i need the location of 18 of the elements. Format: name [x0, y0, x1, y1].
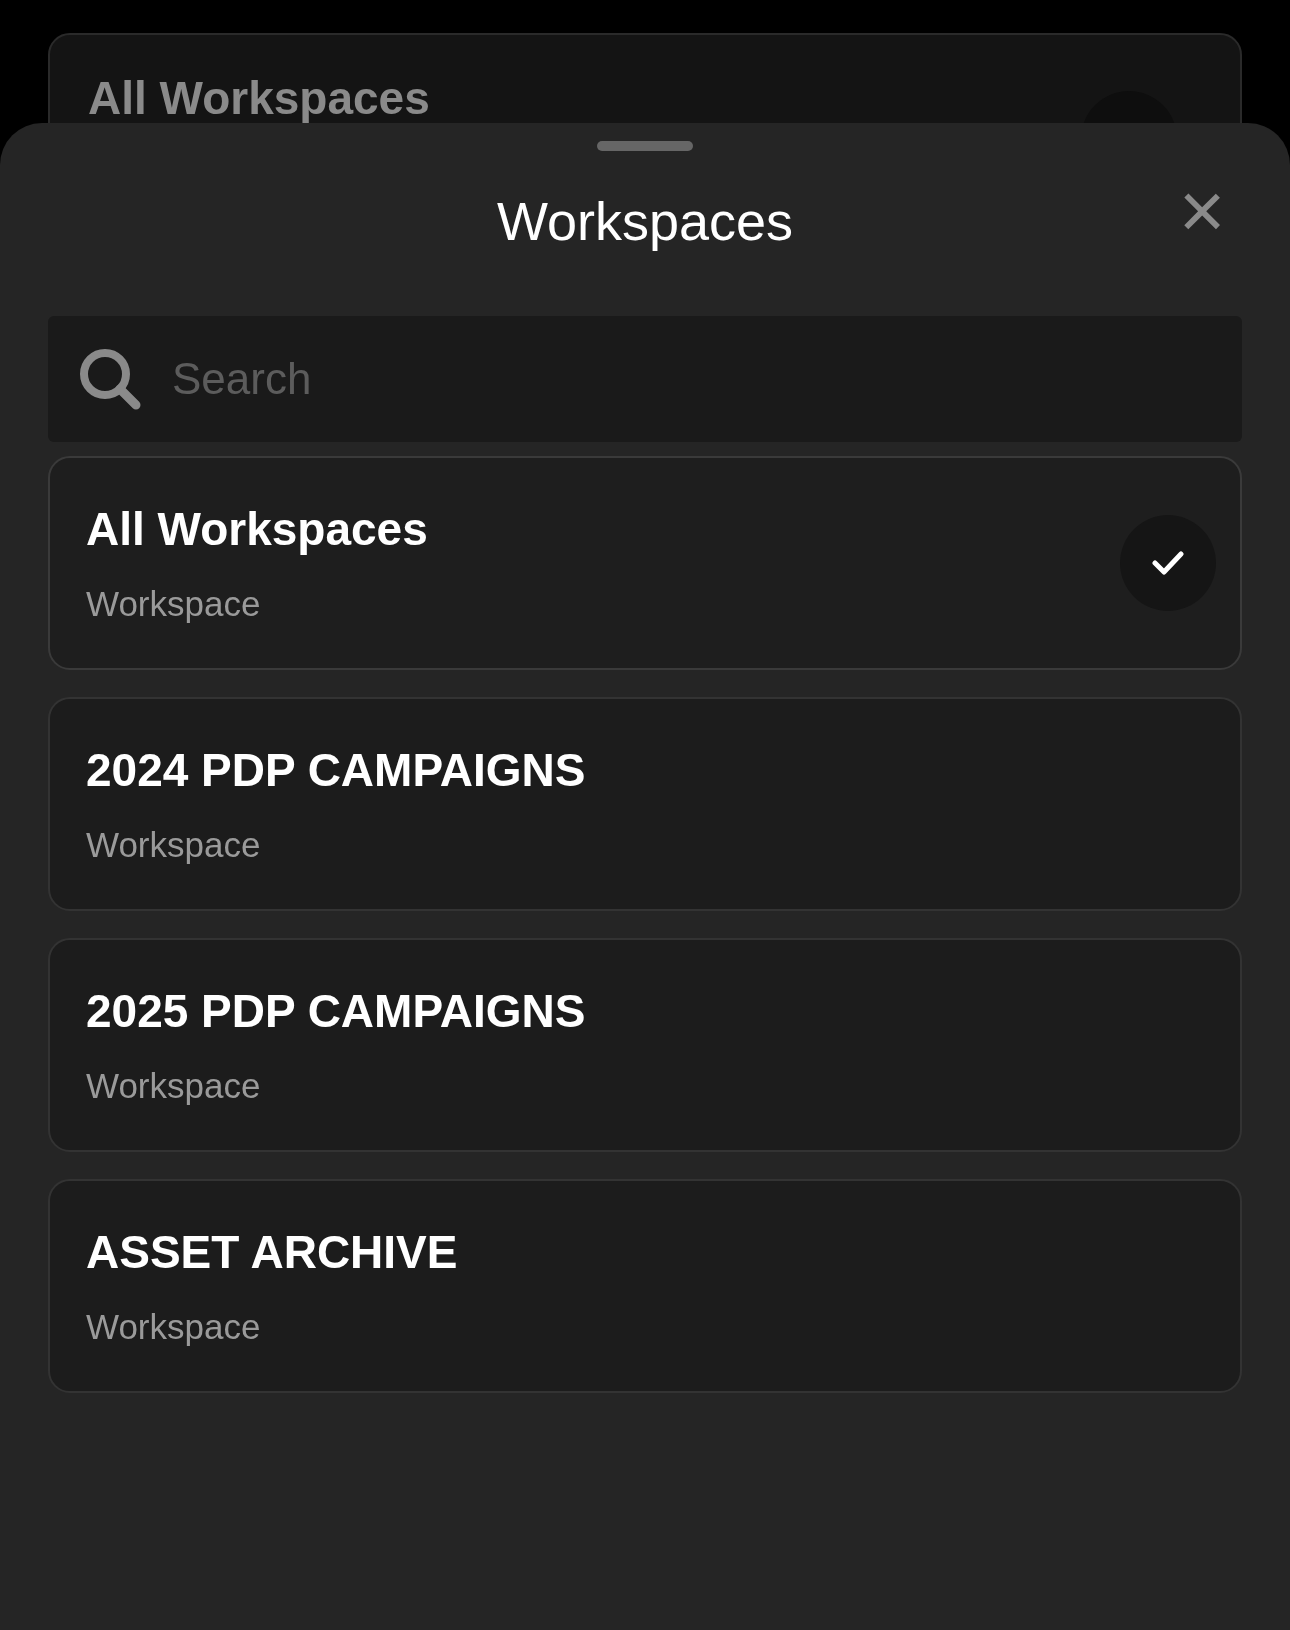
search-icon — [78, 347, 142, 411]
workspace-type: Workspace — [86, 826, 262, 862]
workspace-type: Workspace — [86, 1067, 262, 1103]
close-button[interactable]: × — [1172, 181, 1232, 241]
workspace-title: ASSET ARCHIVE — [86, 1228, 458, 1275]
checkmark-icon — [1152, 550, 1184, 576]
search-field[interactable]: Search — [48, 316, 1242, 442]
workspace-type: Workspace — [86, 585, 262, 621]
workspace-item[interactable]: ASSET ARCHIVE Workspace — [48, 1179, 1242, 1393]
workspace-title: All Workspaces — [88, 75, 430, 126]
sheet-title: Workspaces — [496, 189, 794, 253]
workspace-item[interactable]: All Workspaces Workspace — [48, 456, 1242, 670]
workspace-type: Workspace — [86, 1308, 262, 1344]
workspace-item[interactable]: 2025 PDP CAMPAIGNS Workspace — [48, 938, 1242, 1152]
drag-handle[interactable] — [597, 141, 693, 151]
workspace-item[interactable]: 2024 PDP CAMPAIGNS Workspace — [48, 697, 1242, 911]
workspace-title: 2024 PDP CAMPAIGNS — [86, 746, 586, 793]
workspace-title: 2025 PDP CAMPAIGNS — [86, 987, 586, 1034]
